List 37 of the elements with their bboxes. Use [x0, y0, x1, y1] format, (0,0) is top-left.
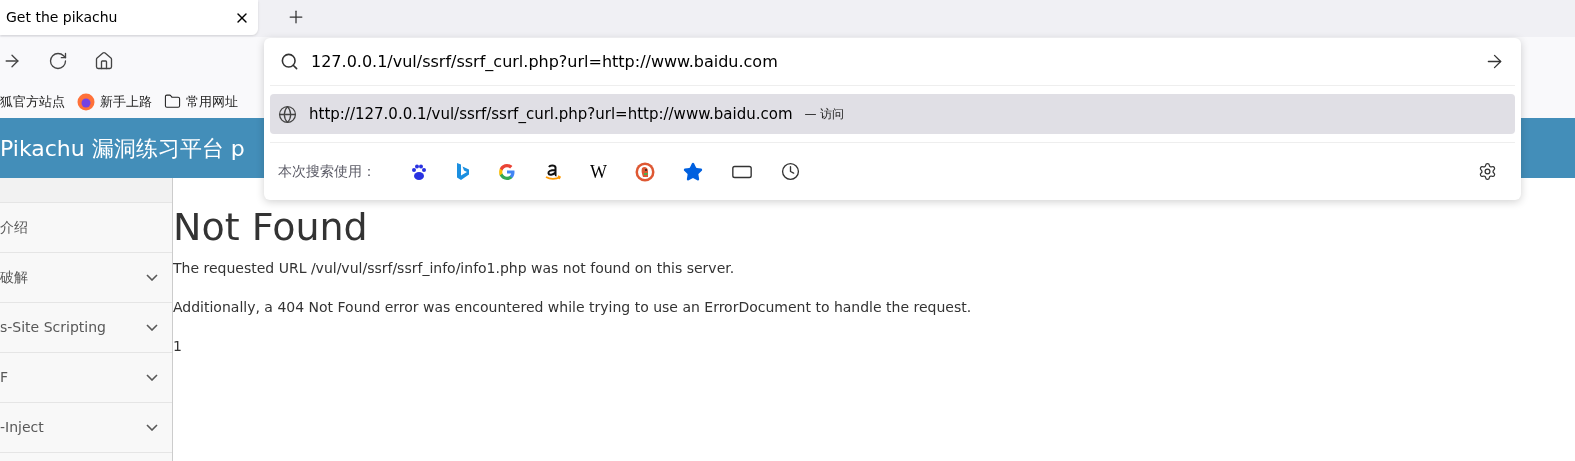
chevron-down-icon — [146, 324, 158, 331]
g-logo-icon[interactable] — [498, 162, 516, 181]
sidebar-item[interactable]: s-Site Scripting — [0, 303, 172, 353]
bookmark-link[interactable]: 新手上路 — [100, 91, 152, 112]
suggestion-row[interactable]: http://127.0.0.1/vul/ssrf/ssrf_curl.php?url=http://www.baidu.com — 访问 — [270, 94, 1515, 134]
paw-icon[interactable] — [410, 162, 428, 181]
sidebar-item[interactable]: 破解 — [0, 253, 172, 303]
b-logo-icon[interactable] — [456, 161, 470, 182]
wikipedia-logo[interactable]: W — [590, 162, 607, 181]
search-icon — [280, 52, 299, 71]
globe-icon — [278, 104, 297, 124]
sidebar-item[interactable]: 介绍 — [0, 203, 172, 253]
chevron-down-icon — [146, 374, 158, 381]
settings-icon[interactable] — [1478, 162, 1497, 181]
page-heading: Not Found — [173, 208, 369, 246]
browser-tab[interactable]: Get the pikachu — [0, 0, 258, 35]
paragraph: Additionally, a 404 Not Found error was encountered while trying to use an ErrorDocument to handle the request. — [173, 298, 972, 317]
chevron-down-icon — [146, 424, 158, 431]
home-icon[interactable] — [94, 51, 114, 71]
suggestion-action: — 访问 — [804, 106, 845, 123]
sidebar-item[interactable]: F — [0, 353, 172, 403]
site-title: Pikachu 漏洞练习平台 p — [0, 134, 245, 163]
bookmark-link[interactable]: 常用网址 — [186, 91, 238, 112]
duck-logo-icon[interactable] — [635, 161, 655, 182]
fox-logo-icon[interactable] — [77, 92, 95, 111]
chevron-down-icon — [146, 274, 158, 281]
paragraph: 1 — [173, 337, 183, 356]
search-engines-label: 本次搜索使用： — [278, 162, 376, 181]
folder-icon[interactable] — [164, 93, 181, 110]
star-icon[interactable] — [683, 161, 703, 182]
address-field[interactable]: 127.0.0.1/vul/ssrf/ssrf_curl.php?url=http://www.baidu.com — [311, 49, 778, 74]
clock-icon[interactable] — [781, 162, 800, 181]
bookmark-link[interactable]: 狐官方站点 — [0, 91, 65, 112]
reload-icon[interactable] — [48, 51, 68, 71]
paragraph: The requested URL /vul/vul/ssrf/ssrf_info/info1.php was not found on this server. — [173, 259, 736, 278]
suggestion-url: http://127.0.0.1/vul/ssrf/ssrf_curl.php?url=http://www.baidu.com — [309, 103, 793, 125]
sidebar-item[interactable]: -Inject — [0, 403, 172, 453]
